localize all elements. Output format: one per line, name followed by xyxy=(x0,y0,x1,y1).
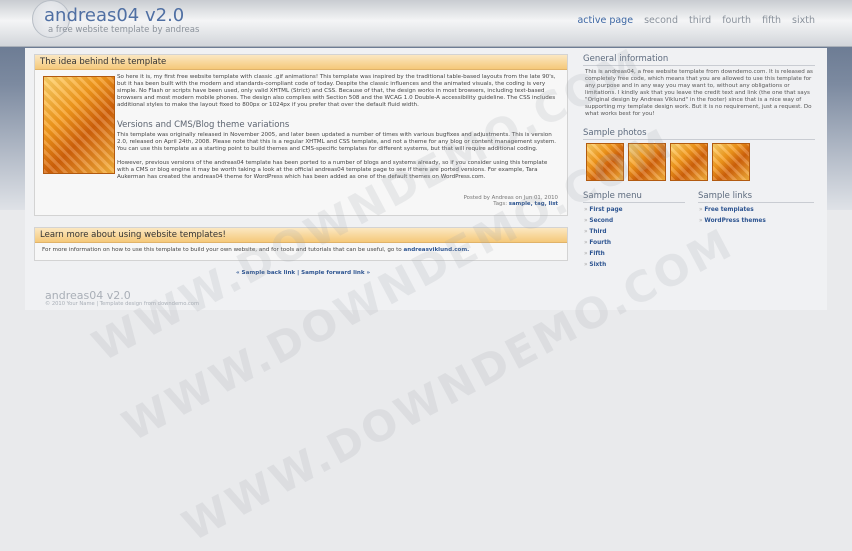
general-info-text: This is andreas04, a free website templa… xyxy=(585,69,813,117)
sample-photos-heading: Sample photos xyxy=(583,128,815,140)
nav-sixth[interactable]: sixth xyxy=(792,15,815,26)
sample-links-heading: Sample links xyxy=(698,191,814,203)
versions-heading: Versions and CMS/Blog theme variations xyxy=(117,120,290,130)
template-image xyxy=(43,76,115,174)
footer-credit: © 2010 Your Name | Template design from … xyxy=(45,301,199,307)
pagination-links[interactable]: « Sample back link | Sample forward link… xyxy=(236,270,370,276)
site-title[interactable]: andreas04 v2.0 xyxy=(44,5,184,26)
sample-links-list: Free templates WordPress themes xyxy=(699,205,766,227)
menu-item-fifth[interactable]: Fifth xyxy=(584,249,623,260)
ports-paragraph: However, previous versions of the andrea… xyxy=(117,160,548,180)
menu-item-first-page[interactable]: First page xyxy=(584,205,622,216)
link-wordpress-themes[interactable]: WordPress themes xyxy=(699,216,765,227)
learn-paragraph: For more information on how to use this … xyxy=(42,247,562,254)
content-box-learn: Learn more about using website templates… xyxy=(34,227,568,261)
nav-active-page[interactable]: active page xyxy=(577,15,633,26)
nav-fifth[interactable]: fifth xyxy=(762,15,781,26)
menu-item-fourth[interactable]: Fourth xyxy=(584,238,623,249)
learn-text: For more information on how to use this … xyxy=(42,247,402,253)
sample-photo-3[interactable] xyxy=(670,143,708,181)
sample-photo-4[interactable] xyxy=(712,143,750,181)
menu-item-second[interactable]: Second xyxy=(584,216,623,227)
sample-photo-1[interactable] xyxy=(586,143,624,181)
menu-item-sixth[interactable]: Sixth xyxy=(584,260,623,271)
sample-photo-2[interactable] xyxy=(628,143,666,181)
nav-second[interactable]: second xyxy=(644,15,678,26)
learn-link[interactable]: andreasviklund.com. xyxy=(403,247,469,253)
site-header: andreas04 v2.0 a free website template b… xyxy=(0,0,852,47)
versions-paragraph: This template was originally released in… xyxy=(117,132,557,152)
box-title-learn: Learn more about using website templates… xyxy=(35,228,567,243)
tags-links[interactable]: sample, tag, list xyxy=(509,201,558,207)
menu-item-third[interactable]: Third xyxy=(584,227,623,238)
top-navigation: active page second third fourth fifth si… xyxy=(569,15,815,26)
general-info-heading: General information xyxy=(583,54,815,66)
nav-fourth[interactable]: fourth xyxy=(722,15,751,26)
box-title-idea: The idea behind the template xyxy=(35,55,567,70)
sample-menu-list: First page Second Third Fourth Fifth Six… xyxy=(584,205,623,271)
tags-line: Tags: sample, tag, list xyxy=(380,201,558,207)
intro-paragraph: So here it is, my first free website tem… xyxy=(117,74,556,108)
nav-third[interactable]: third xyxy=(689,15,711,26)
site-subtitle: a free website template by andreas xyxy=(48,25,200,35)
tags-label: Tags: xyxy=(493,201,508,207)
link-free-templates[interactable]: Free templates xyxy=(699,205,766,216)
sample-menu-heading: Sample menu xyxy=(583,191,685,203)
post-meta: Posted by Andreas on Jun 01, 2010 Tags: … xyxy=(380,195,558,207)
